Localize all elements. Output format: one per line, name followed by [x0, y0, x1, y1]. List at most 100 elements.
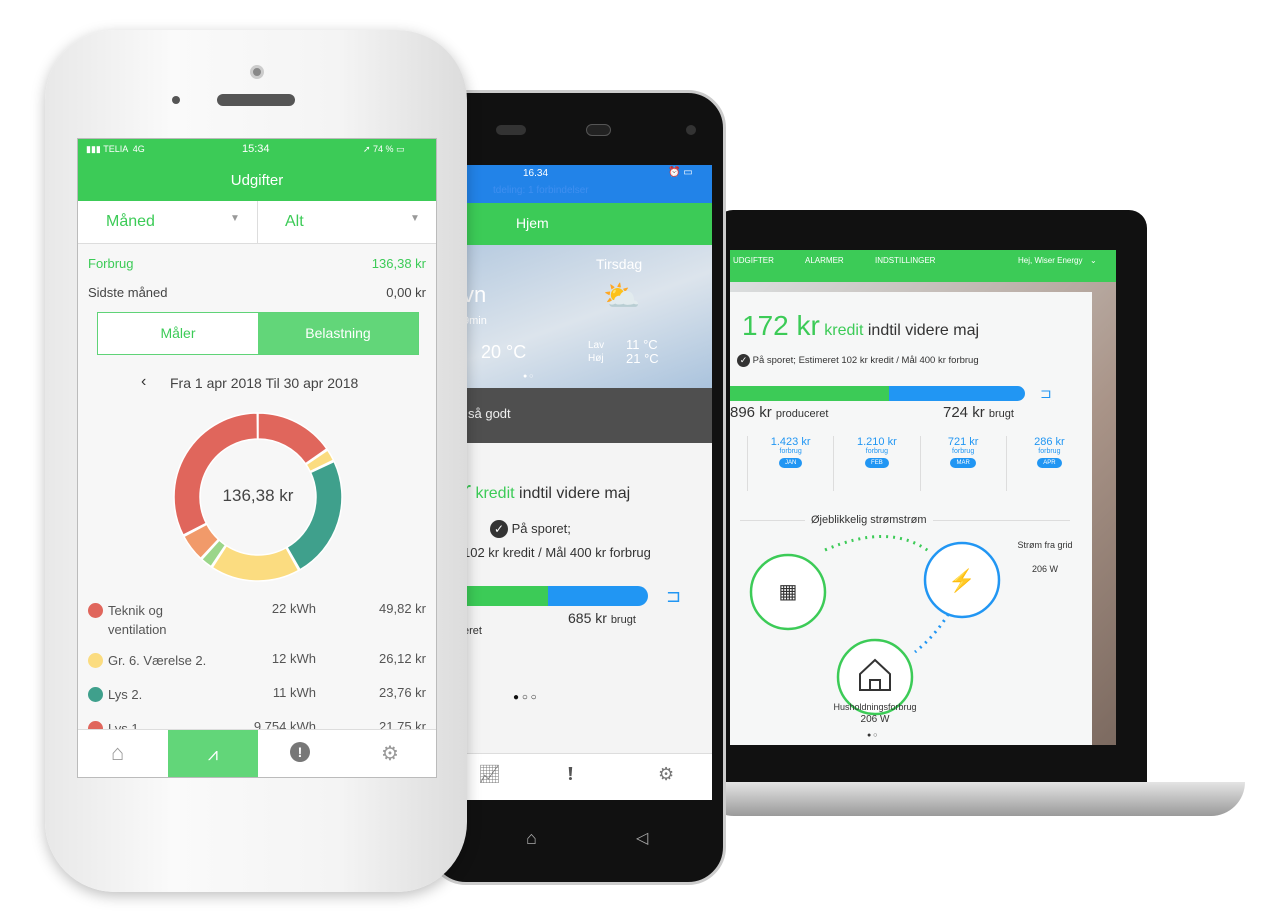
front-camera [250, 65, 264, 79]
last-month-value: 0,00 kr [386, 285, 426, 300]
item-cost: 49,82 kr [379, 601, 426, 616]
donut-total: 136,38 kr [222, 486, 294, 505]
production-bar [730, 386, 1025, 401]
production-bar-fill [730, 386, 890, 401]
month-label: forbrug [952, 448, 975, 455]
bottom-nav: ⌂ ⩘ ! ⚙ [78, 729, 436, 777]
item-name: Teknik og ventilation [108, 603, 167, 637]
month-summary: 286 kr forbrug APR [1005, 436, 1092, 491]
house-label: Husholdningsforbrug [833, 702, 917, 712]
laptop-base [700, 782, 1245, 816]
on-track-text: På sporet; Estimeret 102 kr kredit / Mål… [752, 355, 979, 366]
bottom-nav: 📈︎ ❗︎ ⚙ [463, 753, 712, 800]
donut-segment[interactable] [211, 544, 300, 582]
month-label: forbrug [779, 448, 802, 455]
partly-cloudy-icon: ⛅ [603, 280, 641, 313]
high-temp: 21 °C [626, 351, 659, 366]
donut-segment[interactable] [173, 412, 259, 537]
connections-text: tdeling: 1 forbindelser [493, 185, 589, 196]
credit-amount: 172 kr [742, 310, 820, 341]
current-temp: 20 °C [481, 342, 527, 362]
status-banner: så godt [463, 388, 712, 443]
chevron-left-icon[interactable]: ‹ [141, 373, 146, 391]
credit-word: kredit [475, 485, 515, 502]
filter-select[interactable]: Alt [285, 213, 304, 231]
item-cost: 23,76 kr [379, 685, 426, 700]
tab-load[interactable]: Belastning [258, 313, 418, 354]
item-kwh: 11 kWh [272, 685, 316, 700]
back-button-icon[interactable]: ◁ [636, 828, 648, 848]
month-badge[interactable]: JAN [778, 458, 803, 468]
used-label: brugt [610, 614, 636, 626]
month-label: forbrug [1038, 448, 1061, 455]
used-value: 724 kr [943, 404, 985, 421]
banner-text: så godt [468, 406, 511, 421]
solar-panel-icon: ▦ [779, 581, 798, 603]
tab-meter[interactable]: Måler [98, 313, 258, 354]
month-value: 721 kr [947, 436, 979, 448]
month-value: 1.210 kr [857, 436, 897, 448]
item-name: Gr. 6. Værelse 2. [108, 653, 207, 668]
weather-page-dots[interactable]: ● ○ [523, 373, 533, 380]
on-track: På sporet; [511, 521, 571, 536]
donut-segment[interactable] [285, 460, 343, 571]
nav-udgifter[interactable]: UDGIFTER [733, 256, 774, 265]
last-month-label: Sidste måned [88, 285, 168, 300]
color-dot [88, 603, 103, 618]
user-menu[interactable]: Hej, Wiser Energy [1018, 256, 1082, 265]
item-kwh: 12 kWh [271, 651, 316, 666]
month-summary: 721 kr forbrug MAR [919, 436, 1006, 491]
camera [686, 125, 696, 135]
month-badge[interactable]: FEB [865, 458, 889, 468]
item-cost: 26,12 kr [379, 651, 426, 666]
alert-tab-icon[interactable]: ! [290, 742, 310, 762]
nav-indstillinger[interactable]: INDSTILLINGER [875, 256, 935, 265]
date-range: Fra 1 apr 2018 Til 30 apr 2018 [170, 375, 359, 391]
consumption-value: 136,38 kr [371, 256, 426, 271]
high-label: Høj [588, 353, 604, 364]
credit-rest: indtil videre maj [867, 322, 980, 339]
tab-switcher: Måler Belastning [97, 312, 419, 355]
laptop-screen: UDGIFTER ALARMER INDSTILLINGER Hej, Wise… [730, 250, 1116, 745]
chevron-down-icon[interactable]: ▼ [230, 213, 240, 224]
status-time: 15:34 [242, 143, 270, 155]
home-button-icon[interactable]: ⌂ [526, 828, 537, 849]
flow-dots-solar [824, 535, 931, 554]
page-dots[interactable]: ● ○ [867, 732, 877, 739]
check-icon: ✓ [737, 354, 750, 367]
chart-tab-icon[interactable]: ⩘ [168, 730, 258, 777]
month-summary: 1.210 kr forbrug FEB [833, 436, 919, 491]
sensor [172, 96, 180, 104]
color-dot [88, 653, 103, 668]
chevron-down-icon[interactable]: ▼ [410, 213, 420, 224]
month-label: forbrug [865, 448, 888, 455]
month-value: 286 kr [1034, 436, 1065, 448]
battery-percent: 74 % [373, 144, 394, 154]
produced-label: produceret [775, 408, 829, 420]
used-label: brugt [988, 408, 1014, 420]
gear-tab-icon[interactable]: ⚙ [381, 741, 399, 766]
earpiece [586, 124, 611, 136]
month-badge[interactable]: APR [1037, 458, 1062, 468]
home-tab-icon[interactable]: ⌂ [111, 740, 124, 766]
alert-tab-icon[interactable]: ❗︎ [568, 764, 573, 785]
period-select[interactable]: Måned [106, 213, 155, 231]
credit-card: 172 kr kredit indtil videre maj ✓ På spo… [730, 292, 1092, 745]
plug-icon: ⊐ [1040, 385, 1052, 401]
low-temp: 11 °C [626, 337, 658, 352]
nav-alarmer[interactable]: ALARMER [805, 256, 844, 265]
credit-word: kredit [824, 322, 864, 339]
card-page-dots[interactable]: ● ○ ○ [513, 692, 537, 703]
earpiece [217, 94, 295, 106]
chart-tab-icon[interactable]: 📈︎ [478, 764, 501, 785]
credit-rest: indtil videre maj [519, 485, 631, 502]
production-bar [463, 586, 648, 606]
power-pylon-icon: ⚡ [948, 568, 975, 594]
check-icon: ✓ [490, 520, 508, 538]
list-item[interactable]: Teknik og ventilation 22 kWh 49,82 kr [78, 601, 436, 641]
donut-segment[interactable] [257, 412, 328, 465]
month-badge[interactable]: MAR [950, 458, 976, 468]
gear-tab-icon[interactable]: ⚙ [658, 764, 674, 785]
screen-title: Udgifter [230, 172, 284, 189]
chevron-down-icon[interactable]: ⌄ [1090, 256, 1097, 265]
